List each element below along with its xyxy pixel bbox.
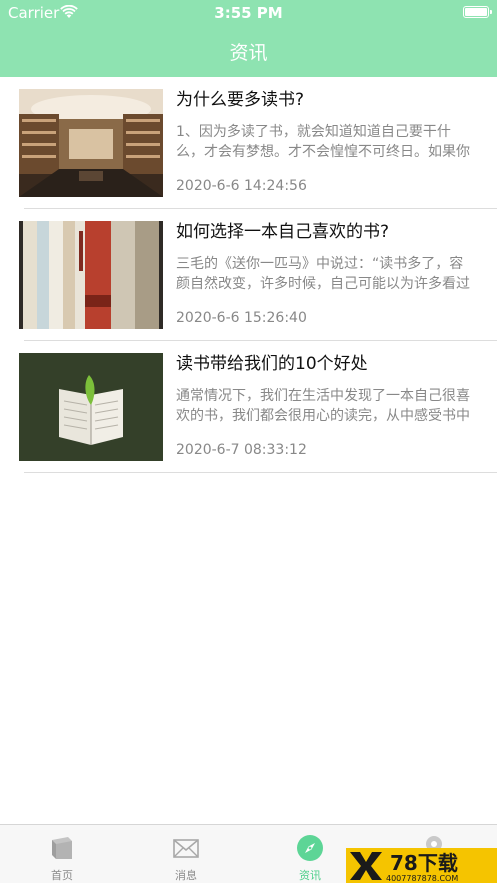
book-spines-image (19, 221, 163, 329)
tab-home[interactable]: 首页 (0, 825, 124, 883)
news-summary: 1、因为多读了书，就会知道知道自己要干什么，才会有梦想。才不会惶惶不可终日。如果… (176, 124, 470, 160)
news-item[interactable]: 如何选择一本自己喜欢的书? 三毛的《送你一匹马》中说过：“读书多了，容颜自然改变… (0, 209, 497, 341)
news-title: 为什么要多读书? (176, 90, 305, 110)
bookstore-interior-image (19, 89, 163, 197)
news-summary: 三毛的《送你一匹马》中说过：“读书多了，容颜自然改变，许多时候，自己可能以为许多… (176, 256, 470, 292)
book-icon (52, 837, 72, 859)
news-date: 2020-6-6 14:24:56 (176, 178, 307, 194)
news-date: 2020-6-7 08:33:12 (176, 442, 307, 458)
page-title: 资讯 (229, 42, 268, 64)
open-book-on-grass-image (19, 353, 163, 461)
status-time: 3:55 PM (214, 4, 283, 22)
news-summary: 通常情况下，我们在生活中发现了一本自己很喜欢的书，我们都会很用心的读完，从中感受… (176, 388, 470, 424)
divider (24, 472, 497, 473)
news-item[interactable]: 读书带给我们的10个好处 通常情况下，我们在生活中发现了一本自己很喜欢的书，我们… (0, 341, 497, 473)
news-date: 2020-6-6 15:26:40 (176, 310, 307, 326)
news-list: 为什么要多读书? 1、因为多读了书，就会知道知道自己要干什么，才会有梦想。才不会… (0, 77, 497, 473)
78-download-watermark: 78下载 4007787878.COM (346, 848, 497, 883)
svg-text:4007787878.COM: 4007787878.COM (386, 874, 458, 883)
navigation-header: Carrier 3:55 PM 资讯 (0, 0, 497, 77)
tab-label: 消息 (175, 869, 197, 882)
svg-text:78下载: 78下载 (390, 851, 458, 875)
compass-icon (297, 835, 323, 861)
tab-label: 首页 (51, 869, 73, 882)
news-title: 读书带给我们的10个好处 (176, 354, 368, 374)
tab-messages[interactable]: 消息 (124, 825, 248, 883)
envelope-icon (173, 839, 199, 858)
status-bar: Carrier 3:55 PM (0, 0, 497, 26)
battery-icon (463, 6, 492, 18)
news-item[interactable]: 为什么要多读书? 1、因为多读了书，就会知道知道自己要干什么，才会有梦想。才不会… (0, 77, 497, 209)
news-title: 如何选择一本自己喜欢的书? (176, 222, 390, 242)
